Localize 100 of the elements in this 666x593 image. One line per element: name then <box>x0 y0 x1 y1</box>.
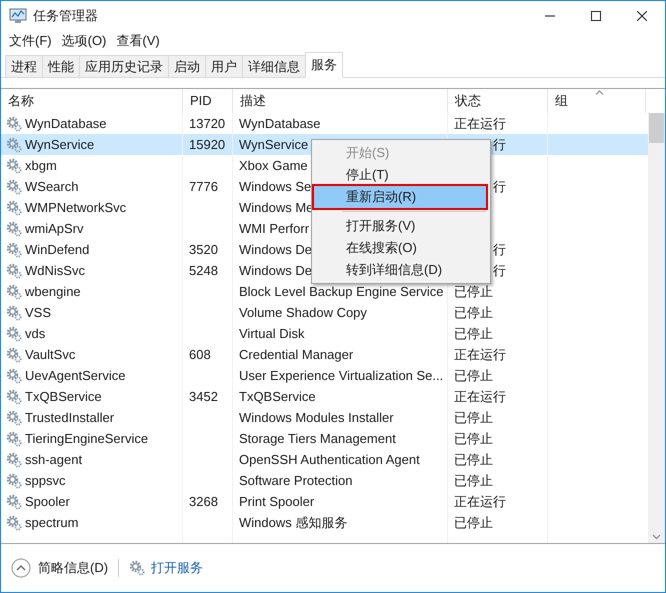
service-name[interactable]: TieringEngineService <box>25 428 148 448</box>
service-name[interactable]: ssh-agent <box>25 450 82 470</box>
description-cell-text: WynDatabase <box>239 114 321 133</box>
status-cell-text: 已停止 <box>454 472 493 490</box>
gears-icon <box>6 220 22 236</box>
status-cell-text: 行 <box>493 240 506 259</box>
scroll-thumb[interactable] <box>649 113 664 143</box>
description-cell-text: Storage Tiers Management <box>239 430 396 448</box>
scroll-down-icon[interactable] <box>652 534 661 540</box>
status-cell-text: 已停止 <box>454 450 493 469</box>
gears-icon <box>6 472 22 488</box>
tab[interactable]: 性能 <box>42 55 79 77</box>
service-name[interactable]: wmiApSrv <box>25 218 84 238</box>
menu-item[interactable]: 文件(F) <box>4 31 57 51</box>
description-cell-text: Windows De <box>239 262 312 280</box>
service-name[interactable]: WynService <box>25 134 94 154</box>
column-header[interactable]: 名称 <box>1 89 183 113</box>
service-name[interactable]: WMPNetworkSvc <box>25 198 126 218</box>
collapse-icon <box>11 558 31 578</box>
description-cell-text: Software Protection <box>239 472 352 490</box>
tab[interactable]: 服务 <box>305 52 343 78</box>
service-name[interactable]: xbgm <box>25 156 57 176</box>
service-name[interactable]: sppsvc <box>25 470 66 490</box>
service-name[interactable]: wbengine <box>25 282 81 302</box>
service-name[interactable]: WSearch <box>25 176 78 196</box>
sort-caret-icon <box>595 90 604 95</box>
menu-item[interactable]: 转到详细信息(D) <box>314 259 486 281</box>
tab[interactable]: 启动 <box>168 55 205 77</box>
gears-icon <box>6 284 22 300</box>
menu-item[interactable]: 停止(T) <box>314 164 486 186</box>
service-name[interactable]: Spooler <box>25 492 70 512</box>
tab[interactable]: 应用历史记录 <box>79 55 168 77</box>
gears-icon <box>6 368 22 384</box>
gears-icon <box>6 200 22 216</box>
description-cell-text: Windows 感知服务 <box>239 514 348 532</box>
gears-icon <box>6 346 22 362</box>
description-cell-text: Windows Se <box>239 178 312 196</box>
column-header[interactable]: 组 <box>548 89 646 113</box>
column-header[interactable]: 状态 <box>448 89 548 113</box>
gears-icon <box>6 388 22 404</box>
description-cell-text: WMI Perforr <box>239 220 310 238</box>
menu-item[interactable]: 选项(O) <box>56 31 112 51</box>
gears-icon <box>6 304 22 320</box>
gears-icon <box>6 326 22 342</box>
column-header[interactable]: 描述 <box>233 89 448 113</box>
description-cell-text: Volume Shadow Copy <box>239 304 367 322</box>
description-cell-text: TxQBService <box>239 388 316 406</box>
gears-icon <box>6 116 22 132</box>
status-cell-text: 行 <box>493 262 506 280</box>
description-cell-text: Windows Modules Installer <box>239 408 394 427</box>
service-name[interactable]: TrustedInstaller <box>25 408 114 428</box>
gears-icon <box>6 410 22 426</box>
menu-item[interactable]: 打开服务(V) <box>314 215 486 237</box>
service-name[interactable]: VSS <box>25 302 52 322</box>
gears-icon <box>6 158 22 174</box>
service-name[interactable]: TxQBService <box>25 386 102 406</box>
status-cell-text: 已停止 <box>454 304 493 322</box>
status-cell-text: 已停止 <box>454 408 493 427</box>
status-cell-text: 已停止 <box>454 282 493 301</box>
window-title: 任务管理器 <box>33 6 98 25</box>
gears-icon <box>6 494 22 510</box>
status-cell-text: 已停止 <box>454 366 493 385</box>
gears-icon <box>6 178 22 194</box>
description-cell-text: Virtual Disk <box>239 324 305 343</box>
menu-item[interactable]: 重新启动(R) <box>314 186 486 208</box>
status-cell-text: 正在运行 <box>454 388 506 406</box>
service-name[interactable]: VaultSvc <box>25 344 76 364</box>
pid-cell-text: 5248 <box>189 262 218 280</box>
column-header[interactable]: PID <box>183 89 233 113</box>
menu-item[interactable]: 在线搜索(O) <box>314 237 486 259</box>
pid-cell-text: 15920 <box>189 136 226 154</box>
pid-cell-text: 3520 <box>189 240 218 259</box>
gears-icon <box>6 136 22 152</box>
description-cell-text: Windows De <box>239 240 312 259</box>
fewer-details-button[interactable]: 简略信息(D) <box>11 558 108 578</box>
tab[interactable]: 用户 <box>205 55 242 77</box>
service-name[interactable]: WdNisSvc <box>25 260 85 280</box>
status-cell-text: 行 <box>493 136 506 154</box>
service-name[interactable]: WinDefend <box>25 240 90 260</box>
description-cell-text: Xbox Game <box>239 156 308 175</box>
service-name[interactable]: vds <box>25 324 46 344</box>
close-icon <box>637 10 647 20</box>
tab[interactable]: 详细信息 <box>242 55 305 77</box>
scrollbar[interactable] <box>648 113 665 543</box>
status-cell-text: 已停止 <box>454 514 493 532</box>
tab[interactable]: 进程 <box>5 55 42 77</box>
service-name[interactable]: UevAgentService <box>25 366 126 386</box>
gears-icon <box>6 514 22 530</box>
open-services-link[interactable]: 打开服务 <box>129 558 204 578</box>
gears-icon <box>6 242 22 258</box>
pid-cell-text: 13720 <box>189 114 226 133</box>
pid-cell-text: 608 <box>189 346 211 364</box>
service-name[interactable]: WynDatabase <box>25 114 107 134</box>
menu-item[interactable]: 查看(V) <box>111 31 165 51</box>
status-cell-text: 行 <box>493 178 506 196</box>
description-cell-text: Print Spooler <box>239 492 314 511</box>
gears-icon <box>129 560 146 576</box>
pid-cell-text: 3452 <box>189 388 218 406</box>
service-name[interactable]: spectrum <box>25 512 78 532</box>
maximize-icon <box>591 10 601 20</box>
